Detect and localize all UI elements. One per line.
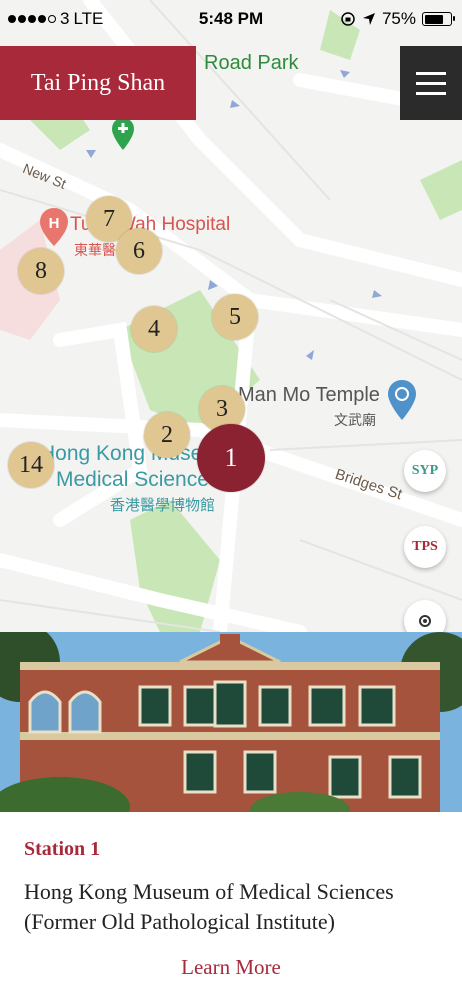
locate-icon [419,615,431,627]
station-name: Hong Kong Museum of Medical Sciences (Fo… [24,879,394,934]
map-label-temple-zh: 文武廟 [334,412,376,428]
map-label-museum-zh: 香港醫學博物館 [110,497,216,514]
station-marker-2[interactable]: 2 [144,412,190,458]
hamburger-icon [416,71,446,75]
station-marker-4[interactable]: 4 [131,306,177,352]
park-pin-icon[interactable] [112,118,134,150]
station-marker-6[interactable]: 6 [116,228,162,274]
battery-icon [422,12,455,26]
tps-route-button[interactable]: TPS [404,526,446,568]
station-info-panel: Station 1 Hong Kong Museum of Medical Sc… [0,812,462,1000]
learn-more-link[interactable]: Learn More [24,955,438,980]
map-label-museum-line2: Medical Sciences [56,468,220,491]
museum-building-image [0,632,462,812]
hospital-pin-icon[interactable]: H [40,208,68,246]
station-photo[interactable] [0,632,462,812]
app-title[interactable]: Tai Ping Shan [0,46,196,120]
battery-percent: 75% [381,9,416,28]
rotation-lock-icon [341,12,355,26]
map-label-hospital-zh: 東華醫 [74,242,116,258]
map-label-temple: Man Mo Temple [238,384,380,406]
station-marker-1-active[interactable]: 1 [197,424,265,492]
station-marker-5[interactable]: 5 [212,294,258,340]
station-marker-14[interactable]: 14 [8,442,54,488]
svg-text:H: H [49,215,60,232]
map-label-park: Road Park [204,52,299,74]
battery-fill [424,14,444,24]
location-arrow-icon [362,13,375,25]
hamburger-menu-button[interactable] [400,46,462,120]
station-marker-8[interactable]: 8 [18,248,64,294]
syp-route-button[interactable]: SYP [404,450,446,492]
temple-pin-icon[interactable] [388,380,416,420]
status-bar: 3 LTE 5:48 PM 75% [0,0,462,38]
station-label: Station 1 [24,838,101,860]
